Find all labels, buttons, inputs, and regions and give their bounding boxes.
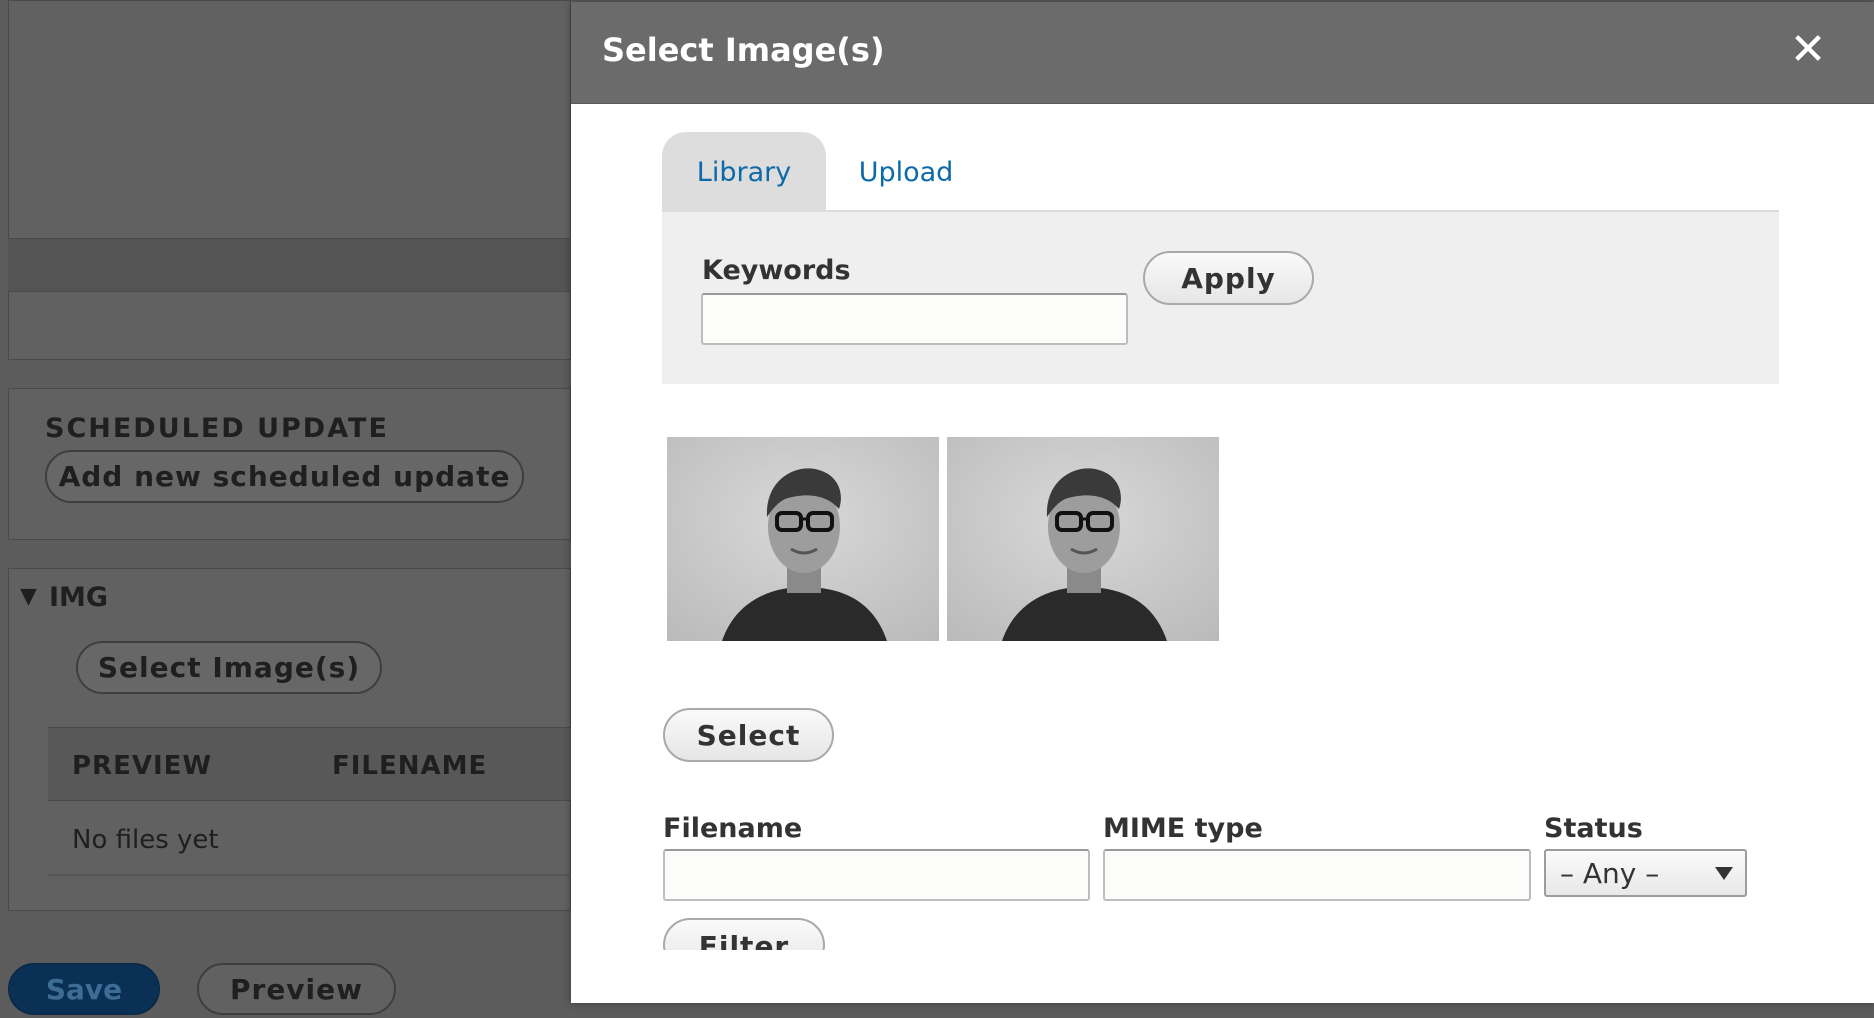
image-thumbnail[interactable]	[667, 437, 939, 641]
tab-upload[interactable]: Upload	[826, 132, 986, 212]
select-button[interactable]: Select	[663, 708, 834, 762]
dialog-title: Select Image(s)	[602, 31, 885, 69]
keywords-label: Keywords	[702, 255, 851, 286]
dialog-titlebar: Select Image(s) ✕	[571, 2, 1874, 104]
status-select[interactable]: – Any –	[1544, 849, 1747, 897]
dialog-scroll-clip	[571, 950, 1874, 1003]
portrait-photo	[947, 437, 1219, 641]
filename-input[interactable]	[663, 849, 1090, 901]
select-images-dialog: Select Image(s) ✕ Library Upload Keyword…	[571, 2, 1874, 1003]
apply-button[interactable]: Apply	[1143, 251, 1314, 305]
table-empty-text: No files yet	[72, 825, 219, 855]
save-button[interactable]: Save	[8, 963, 160, 1015]
img-section-label[interactable]: IMG	[49, 582, 108, 613]
table-header-preview: PREVIEW	[72, 751, 213, 781]
add-scheduled-update-button[interactable]: Add new scheduled update	[45, 450, 524, 503]
table-header-filename: FILENAME	[332, 751, 488, 781]
img-section-toggle-icon[interactable]: ▼	[20, 584, 37, 609]
dialog-tabs: Library Upload	[662, 130, 1779, 212]
select-images-button[interactable]: Select Image(s)	[76, 641, 382, 694]
bg-editor-toolbar	[8, 238, 571, 292]
portrait-photo	[667, 437, 939, 641]
table-bottom-rule	[48, 874, 571, 876]
status-label: Status	[1544, 813, 1643, 844]
mime-type-input[interactable]	[1103, 849, 1531, 901]
keywords-filter-panel: Keywords Apply	[662, 212, 1779, 384]
tab-library[interactable]: Library	[662, 132, 826, 212]
bg-editor-panel	[8, 0, 571, 360]
preview-button[interactable]: Preview	[197, 963, 396, 1015]
mime-type-label: MIME type	[1103, 813, 1263, 844]
status-selected-value: – Any –	[1560, 856, 1660, 890]
chevron-down-icon	[1715, 867, 1733, 880]
scheduled-update-heading: SCHEDULED UPDATE	[45, 413, 389, 444]
image-thumbnail[interactable]	[947, 437, 1219, 641]
close-icon[interactable]: ✕	[1788, 28, 1828, 72]
keywords-input[interactable]	[701, 293, 1128, 345]
filename-label: Filename	[663, 813, 803, 844]
